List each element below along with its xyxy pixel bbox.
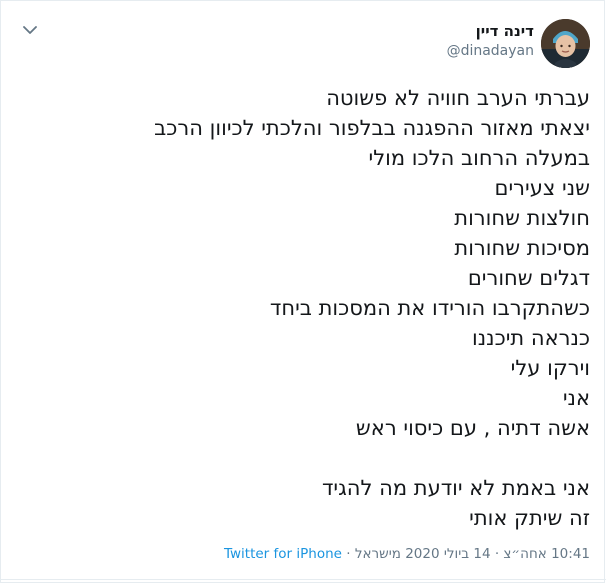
tweet-line: [15, 443, 590, 473]
tweet-line: וירקו עלי: [510, 356, 590, 380]
tweet-line: אשה דתיה , עם כיסוי ראש: [355, 416, 590, 440]
tweet-line: חולצות שחורות: [454, 206, 590, 230]
tweet-meta: 10:41 אחה״צ · 14 ביולי 2020 מישראל · Twi…: [224, 546, 590, 562]
profile-photo: [541, 19, 590, 68]
tweet-line: שני צעירים: [494, 176, 590, 200]
tweet-timestamp[interactable]: 10:41 אחה״צ · 14 ביולי 2020 מישראל: [355, 546, 590, 562]
tweet-line: אני באמת לא יודעת מה להגיד: [321, 476, 590, 500]
display-name[interactable]: דינה דיין: [476, 22, 534, 40]
chevron-down-icon[interactable]: [23, 25, 37, 35]
meta-separator: ·: [346, 546, 351, 562]
divider: [1, 579, 606, 580]
tweet-source-link[interactable]: Twitter for iPhone: [224, 546, 342, 562]
tweet-line: מסיכות שחורות: [454, 236, 590, 260]
tweet-line: זה שיתק אותי: [469, 506, 590, 530]
tweet-line: דגלים שחורים: [467, 266, 590, 290]
tweet-line: עברתי הערב חוויה לא פשוטה: [326, 86, 590, 110]
tweet-card: דינה דיין @dinadayan עברתי הערב חוויה לא…: [0, 0, 606, 583]
user-handle[interactable]: @dinadayan: [447, 43, 534, 59]
tweet-line: במעלה הרחוב הלכו מולי: [368, 146, 590, 170]
tweet-line: אני: [562, 386, 590, 410]
tweet-line: כשהתקרבו הורידו את המסכות ביחד: [269, 296, 590, 320]
avatar[interactable]: [541, 19, 590, 68]
tweet-line: כנראה תיכננו: [472, 326, 590, 350]
tweet-line: יצאתי מאזור ההפגנה בבלפור והלכתי לכיוון …: [154, 116, 590, 140]
tweet-text: עברתי הערב חוויה לא פשוטה יצאתי מאזור הה…: [15, 83, 590, 533]
